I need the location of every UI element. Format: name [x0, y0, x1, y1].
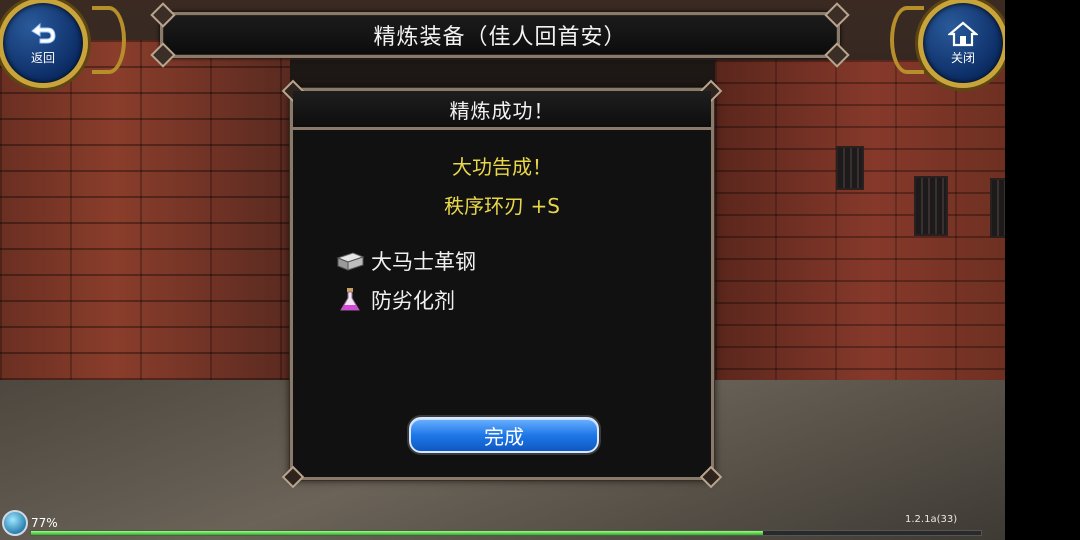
home-icon — [948, 21, 978, 46]
building-window — [990, 178, 1005, 238]
material-item: 防劣化剂 — [335, 285, 455, 315]
horn-ornament — [92, 6, 126, 74]
header-bar: 精炼装备（佳人回首安） — [150, 2, 850, 68]
material-name: 大马士革钢 — [371, 250, 476, 274]
building-window — [836, 146, 864, 190]
status-percent: 77% — [31, 516, 58, 530]
material-name: 防劣化剂 — [371, 289, 455, 313]
success-message: 大功告成！ — [452, 155, 552, 179]
potion-flask-icon — [340, 288, 360, 311]
refine-result-dialog: 精炼成功！ 大功告成！ 秩序环刃 +S 大马士革钢 防劣化剂 完成 — [281, 79, 723, 489]
experience-bar-fill — [31, 531, 763, 535]
back-button[interactable]: 返回 — [0, 0, 88, 88]
brick-wall-left — [0, 40, 290, 400]
done-button[interactable]: 完成 — [409, 417, 599, 453]
close-button-label: 关闭 — [950, 50, 975, 65]
version-label: 1.2.1a(33) — [905, 514, 958, 525]
back-arrow-icon — [31, 22, 56, 43]
building-window — [914, 176, 948, 236]
page-title: 精炼装备（佳人回首安） — [373, 25, 627, 50]
status-orb-icon — [2, 510, 28, 536]
close-button[interactable]: 关闭 — [918, 0, 1008, 88]
material-item: 大马士革钢 — [335, 246, 476, 276]
experience-bar — [30, 530, 982, 536]
dialog-title: 精炼成功！ — [449, 98, 555, 123]
back-button-label: 返回 — [30, 50, 55, 65]
letterbox-right — [1005, 0, 1080, 540]
brick-wall-right — [715, 60, 1005, 430]
result-item-name: 秩序环刃 +S — [444, 194, 560, 218]
dialog-header: 精炼成功！ — [293, 91, 711, 130]
steel-ingot-icon — [336, 252, 365, 271]
